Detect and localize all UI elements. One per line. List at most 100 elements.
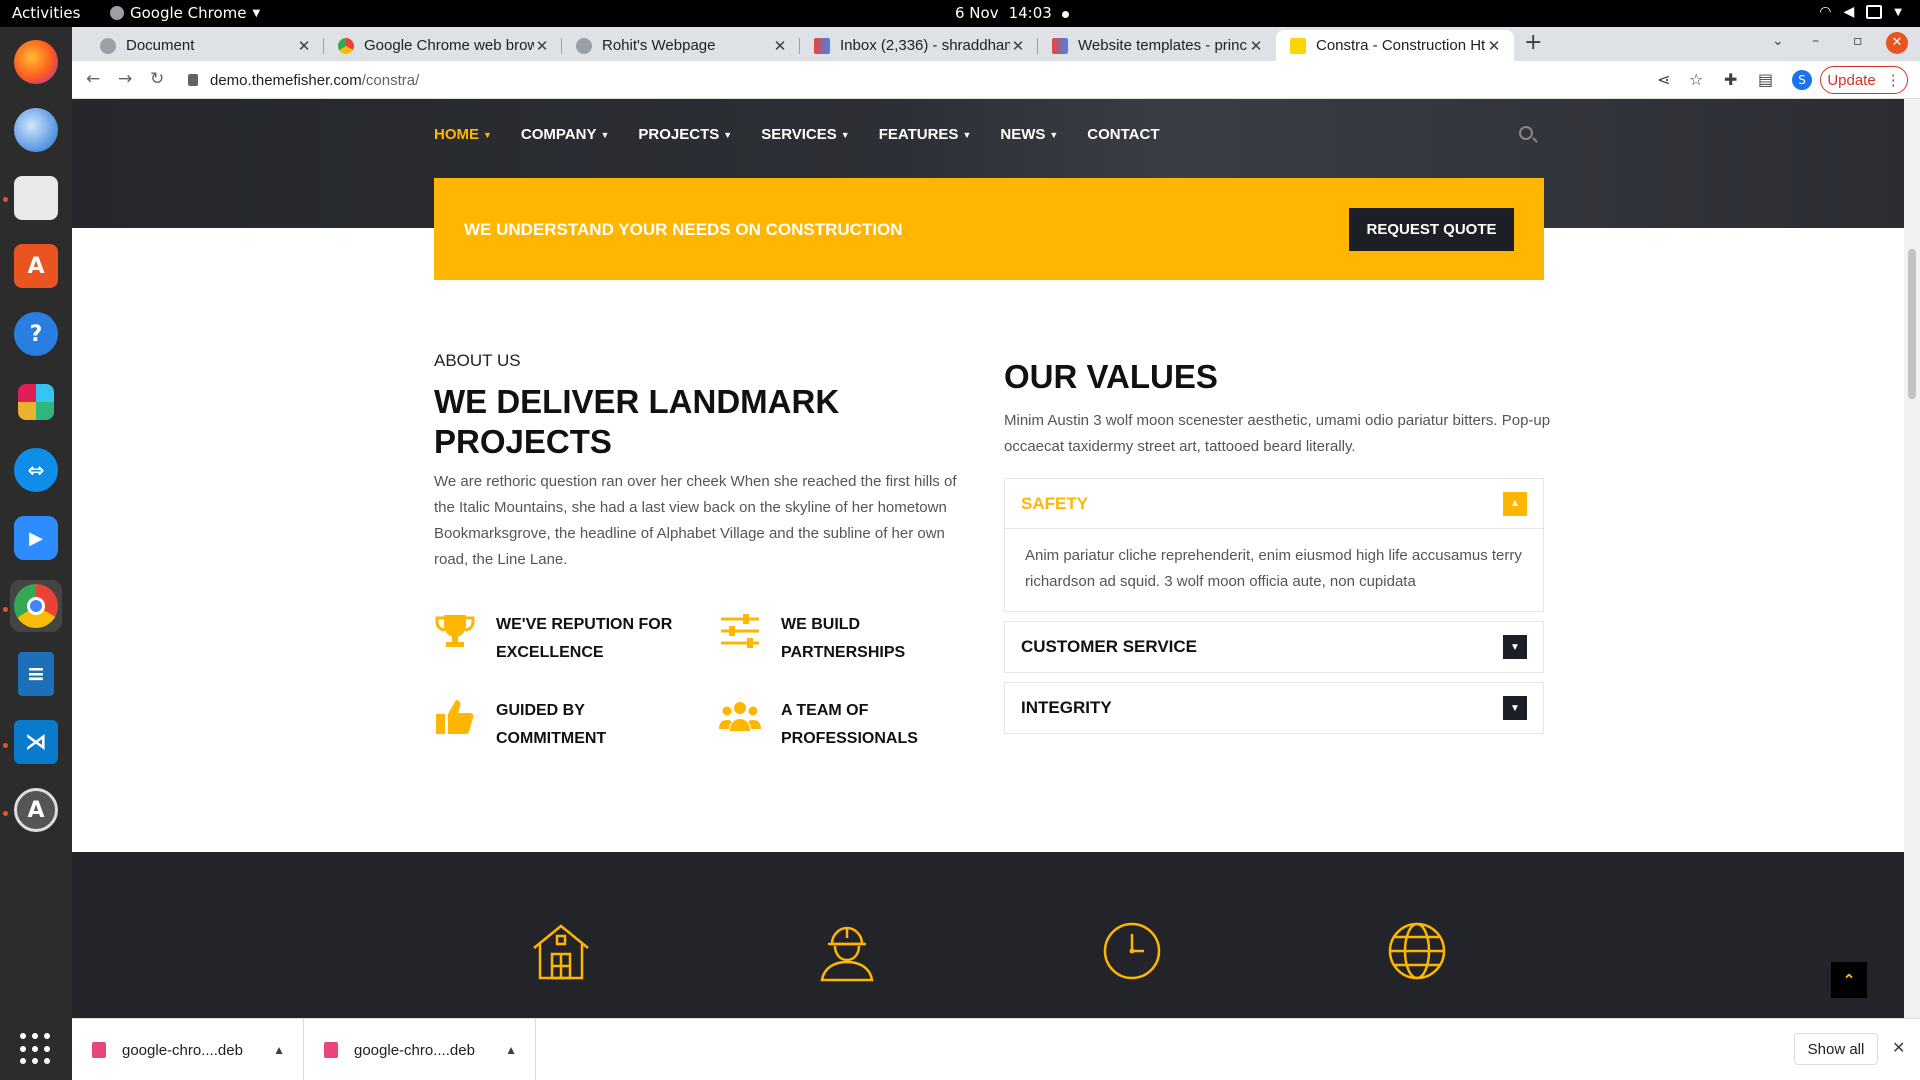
nav-features[interactable]: FEATURES ▼	[879, 126, 972, 143]
chevron-down-icon: ▼	[723, 129, 733, 140]
chevron-up-icon[interactable]: ▲	[273, 1043, 285, 1057]
globe-icon	[576, 37, 592, 54]
feature-label: WE BUILD PARTNERSHIPS	[781, 616, 906, 661]
page-scrollbar[interactable]	[1904, 99, 1920, 1018]
slack-icon	[18, 384, 54, 420]
dock-zoom[interactable]: ▶	[10, 512, 62, 564]
notification-dot	[1061, 10, 1069, 18]
reload-icon[interactable]: ↻	[150, 69, 164, 89]
tab-document[interactable]: Document ✕	[86, 30, 324, 61]
tab-search-icon[interactable]: ⌄	[1772, 33, 1784, 49]
url-path: /constra/	[361, 71, 420, 89]
nav-company[interactable]: COMPANY ▼	[521, 126, 609, 143]
clock[interactable]: 6 Nov 14:03	[955, 4, 1069, 22]
address-bar[interactable]: demo.themefisher.com /constra/	[182, 65, 1732, 95]
updater-icon: A	[14, 788, 58, 832]
nav-projects[interactable]: PROJECTS ▼	[638, 126, 732, 143]
feature-team: A TEAM OF PROFESSIONALS	[719, 697, 981, 753]
tab-title: Website templates - princ	[1078, 37, 1247, 54]
more-vert-icon: ⋮	[1885, 72, 1901, 89]
nav-label: NEWS	[1000, 126, 1046, 143]
caret-down-icon: ▼	[1894, 6, 1902, 18]
dock-updater[interactable]: A	[10, 784, 62, 836]
users-icon	[719, 702, 761, 731]
dock-writer[interactable]: ≡	[10, 648, 62, 700]
activities-button[interactable]: Activities	[12, 4, 80, 22]
show-apps-icon[interactable]	[20, 1033, 52, 1065]
dock-vscode[interactable]: ⋊	[10, 716, 62, 768]
tab-chrome-web[interactable]: Google Chrome web brow ✕	[324, 30, 562, 61]
dock-help[interactable]: ?	[10, 308, 62, 360]
close-icon[interactable]: ✕	[1892, 1038, 1905, 1058]
bookmark-star-icon[interactable]: ☆	[1689, 70, 1703, 89]
download-name: google-chro....deb	[354, 1041, 475, 1059]
search-icon[interactable]	[1519, 126, 1533, 140]
dock-files[interactable]	[10, 172, 62, 224]
help-icon: ?	[14, 312, 58, 356]
url-host: demo.themefisher.com	[210, 71, 362, 89]
chevron-down-icon[interactable]: ▼	[1503, 696, 1527, 720]
share-icon[interactable]: ⋖	[1657, 70, 1670, 89]
nav-contact[interactable]: CONTACT	[1087, 126, 1159, 143]
chrome-small-icon	[110, 6, 124, 20]
nav-label: FEATURES	[878, 126, 959, 143]
back-icon[interactable]: ←	[86, 69, 100, 89]
cta-banner: WE UNDERSTAND YOUR NEEDS ON CONSTRUCTION…	[434, 178, 1544, 280]
nav-services[interactable]: SERVICES ▼	[761, 126, 850, 143]
app-menu[interactable]: Google Chrome ▼	[110, 4, 260, 22]
feature-label: GUIDED BY COMMITMENT	[496, 702, 607, 747]
dock-thunderbird[interactable]	[10, 104, 62, 156]
close-icon[interactable]: ✕	[296, 37, 312, 55]
dock-slack[interactable]	[10, 376, 62, 428]
vscode-icon: ⋊	[14, 720, 58, 764]
close-icon[interactable]: ✕	[772, 37, 788, 55]
back-to-top-button[interactable]: ⌃	[1831, 962, 1867, 998]
update-button[interactable]: Update ⋮	[1820, 66, 1908, 94]
tab-inbox[interactable]: Inbox (2,336) - shraddham ✕	[800, 30, 1038, 61]
scrollbar-thumb[interactable]	[1908, 249, 1916, 399]
profile-avatar[interactable]: S	[1792, 70, 1812, 90]
accordion-header[interactable]: INTEGRITY ▼	[1005, 683, 1543, 733]
tab-rohit[interactable]: Rohit's Webpage ✕	[562, 30, 800, 61]
close-icon[interactable]: ✕	[534, 37, 550, 55]
dock-software[interactable]: A	[10, 240, 62, 292]
nav-home[interactable]: HOME ▼	[434, 126, 492, 143]
extensions-icon[interactable]: ✚	[1724, 70, 1737, 89]
minimize-icon[interactable]: –	[1812, 33, 1819, 49]
dock-teamviewer[interactable]: ⇔	[10, 444, 62, 496]
wifi-icon: ◠	[1819, 4, 1832, 20]
window-close-icon[interactable]: ✕	[1886, 32, 1908, 54]
about-text: We are rethoric question ran over her ch…	[434, 473, 957, 568]
worker-icon	[820, 926, 874, 982]
accordion-header[interactable]: CUSTOMER SERVICE ▼	[1005, 622, 1543, 672]
side-panel-icon[interactable]: ▤	[1758, 70, 1773, 89]
restore-icon[interactable]: ▫	[1853, 33, 1863, 49]
tab-title: Rohit's Webpage	[602, 37, 716, 54]
download-item[interactable]: google-chro....deb ▲	[72, 1019, 304, 1080]
feature-partnerships: WE BUILD PARTNERSHIPS	[719, 611, 981, 667]
close-icon[interactable]: ✕	[1248, 37, 1264, 55]
close-icon[interactable]: ✕	[1010, 37, 1026, 55]
chevron-up-icon[interactable]: ▲	[1503, 491, 1527, 516]
system-menu[interactable]: ◠ ◀ ▼	[1819, 4, 1902, 20]
tab-templates[interactable]: Website templates - princ ✕	[1038, 30, 1276, 61]
show-all-button[interactable]: Show all	[1794, 1033, 1878, 1065]
request-quote-button[interactable]: REQUEST QUOTE	[1349, 208, 1514, 251]
clock-icon	[1103, 922, 1161, 980]
chevron-up-icon[interactable]: ▲	[505, 1043, 517, 1057]
chevron-down-icon[interactable]: ▼	[1503, 635, 1527, 659]
chevron-down-icon: ▼	[962, 129, 972, 140]
tab-constra[interactable]: Constra - Construction Ht ✕	[1276, 30, 1514, 61]
close-icon[interactable]: ✕	[1486, 37, 1502, 55]
nav-news[interactable]: NEWS ▼	[1000, 126, 1058, 143]
new-tab-icon[interactable]: +	[1524, 30, 1542, 55]
lock-icon	[188, 74, 198, 86]
dock-chrome[interactable]	[10, 580, 62, 632]
dock-firefox[interactable]	[10, 36, 62, 88]
accordion-header[interactable]: SAFETY ▲	[1005, 479, 1543, 529]
chrome-icon	[14, 584, 58, 628]
forward-icon[interactable]: →	[118, 69, 132, 89]
download-item[interactable]: google-chro....deb ▲	[304, 1019, 536, 1080]
system-top-bar: Activities Google Chrome ▼ 6 Nov 14:03 ◠…	[0, 0, 1920, 27]
nav-label: PROJECTS	[638, 126, 720, 143]
